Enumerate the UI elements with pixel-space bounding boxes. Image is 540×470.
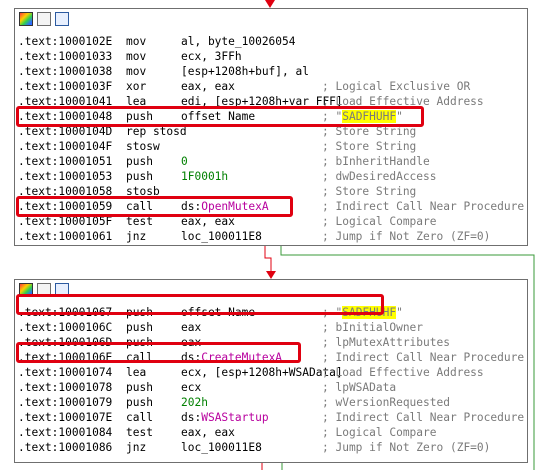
disasm-line[interactable]: .text:10001079 push 202h ; wVersionRequeste… (18, 395, 527, 410)
mnemonic: mov (126, 50, 147, 63)
comment: ; Jump if Not Zero (ZF=0) (322, 441, 491, 454)
disasm-line[interactable]: .text:10001084 test eax, eax ; Logical Comp… (18, 425, 527, 440)
highlight-box-push-name-2 (16, 294, 384, 315)
edit-pencil-icon[interactable] (37, 12, 51, 26)
comment: ; dwDesiredAccess (322, 170, 437, 183)
comment: ; Jump if Not Zero (ZF=0) (322, 230, 491, 243)
disasm-line[interactable]: .text:10001038 mov [esp+1208h+buf], al (18, 64, 527, 79)
comment: ; lpWSAData (322, 381, 397, 394)
comment: ; Indirect Call Near Procedure (322, 200, 525, 213)
comment: ; Indirect Call Near Procedure (322, 411, 525, 424)
disasm-line[interactable]: .text:1000106C push eax ; bInitialOwner (18, 320, 527, 335)
highlight-box-call-createmutex (16, 342, 301, 363)
mnemonic: push (126, 170, 153, 183)
mnemonic: stosw (126, 140, 160, 153)
comment: ; Logical Exclusive OR (322, 80, 471, 93)
operand: ds:WSAStartup (181, 410, 269, 425)
graph-color-icon[interactable] (19, 12, 33, 26)
disasm-line[interactable]: .text:10001086 jnz loc_100011E8 ; Jump if N… (18, 440, 527, 455)
comment: ; lpMutexAttributes (322, 336, 450, 349)
address: .text:10001086 (18, 441, 113, 454)
mnemonic: call (126, 411, 153, 424)
disasm-line[interactable]: .text:10001033 mov ecx, 3FFh (18, 49, 527, 64)
highlight-box-call-openmutex (16, 196, 293, 217)
mnemonic: lea (126, 366, 147, 379)
address: .text:1000106C (18, 321, 113, 334)
address: .text:10001079 (18, 396, 113, 409)
disasm-line[interactable]: .text:10001053 push 1F0001h ; dwDesiredAcce… (18, 169, 527, 184)
mnemonic: test (126, 426, 153, 439)
operand: ecx (181, 381, 202, 394)
operand: ecx, 3FFh (181, 50, 242, 63)
address: .text:10001038 (18, 65, 113, 78)
disasm-line[interactable]: .text:1000103F xor eax, eax ; Logical Exclu… (18, 79, 527, 94)
operand: eax, eax (181, 80, 235, 93)
address: .text:10001033 (18, 50, 113, 63)
image-thumbnail-icon[interactable] (55, 12, 69, 26)
comment: ; Logical Compare (322, 426, 437, 439)
comment-suffix: " (396, 306, 403, 319)
disasm-line[interactable]: .text:10001051 push 0 ; bInheritHandle (18, 154, 527, 169)
comment: ; Store String (322, 185, 417, 198)
comment: ; Logical Compare (322, 215, 437, 228)
address: .text:10001084 (18, 426, 113, 439)
address: .text:10001061 (18, 230, 113, 243)
operand-prefix: ds: (181, 411, 202, 424)
comment: ; bInitialOwner (322, 321, 424, 334)
edge-fallthrough-arrowhead (266, 271, 276, 279)
operand: 1F0001h (181, 170, 229, 183)
disasm-line[interactable]: .text:10001061 jnz loc_100011E8 ; Jump if N… (18, 229, 527, 244)
disasm-line[interactable]: .text:1000104F stosw ; Store String (18, 139, 527, 154)
operand: loc_100011E8 (181, 441, 262, 454)
operand: loc_100011E8 (181, 230, 262, 243)
address: .text:1000107E (18, 411, 113, 424)
mnemonic: push (126, 155, 153, 168)
comment: ; Load Effective Address (322, 366, 484, 379)
operand: eax (181, 321, 202, 334)
comment: ; Indirect Call Near Procedure (322, 351, 525, 364)
disasm-line[interactable]: .text:10001078 push ecx ; lpWSAData (18, 380, 527, 395)
mnemonic: jnz (126, 230, 147, 243)
disasm-line[interactable]: .text:1000107E call ds:WSAStartup ; Indirec… (18, 410, 527, 425)
address: .text:1000102E (18, 35, 113, 48)
address: .text:10001053 (18, 170, 113, 183)
address: .text:10001078 (18, 381, 113, 394)
disasm-line[interactable]: .text:1000102E mov al, byte_10026054 (18, 34, 527, 49)
comment: ; bInheritHandle (322, 155, 430, 168)
mnemonic: jnz (126, 441, 147, 454)
disasm-line[interactable]: .text:10001074 lea ecx, [esp+1208h+WSAData… (18, 365, 527, 380)
operand: eax, eax (181, 426, 235, 439)
import-reference[interactable]: WSAStartup (201, 411, 268, 424)
mnemonic: push (126, 396, 153, 409)
mnemonic: mov (126, 35, 147, 48)
highlight-box-push-name-1 (16, 106, 424, 127)
address: .text:1000103F (18, 80, 113, 93)
address: .text:10001074 (18, 366, 113, 379)
operand: 202h (181, 396, 208, 409)
edge-fallthrough-red (264, 244, 272, 275)
operand: ecx, [esp+1208h+WSAData] (181, 366, 343, 379)
comment: ; Store String (322, 140, 417, 153)
comment: ; wVersionRequested (322, 396, 450, 409)
mnemonic: push (126, 321, 153, 334)
mnemonic: xor (126, 80, 147, 93)
operand: al, byte_10026054 (181, 35, 296, 48)
operand: [esp+1208h+buf], al (181, 65, 309, 78)
address: .text:1000104F (18, 140, 113, 153)
block-titlebar (15, 9, 527, 31)
mnemonic: push (126, 381, 153, 394)
operand: 0 (181, 155, 188, 168)
mnemonic: mov (126, 65, 147, 78)
address: .text:10001051 (18, 155, 113, 168)
disassembly-lines: .text:10001067 push offset Name; "SADFHUHF… (18, 305, 527, 455)
